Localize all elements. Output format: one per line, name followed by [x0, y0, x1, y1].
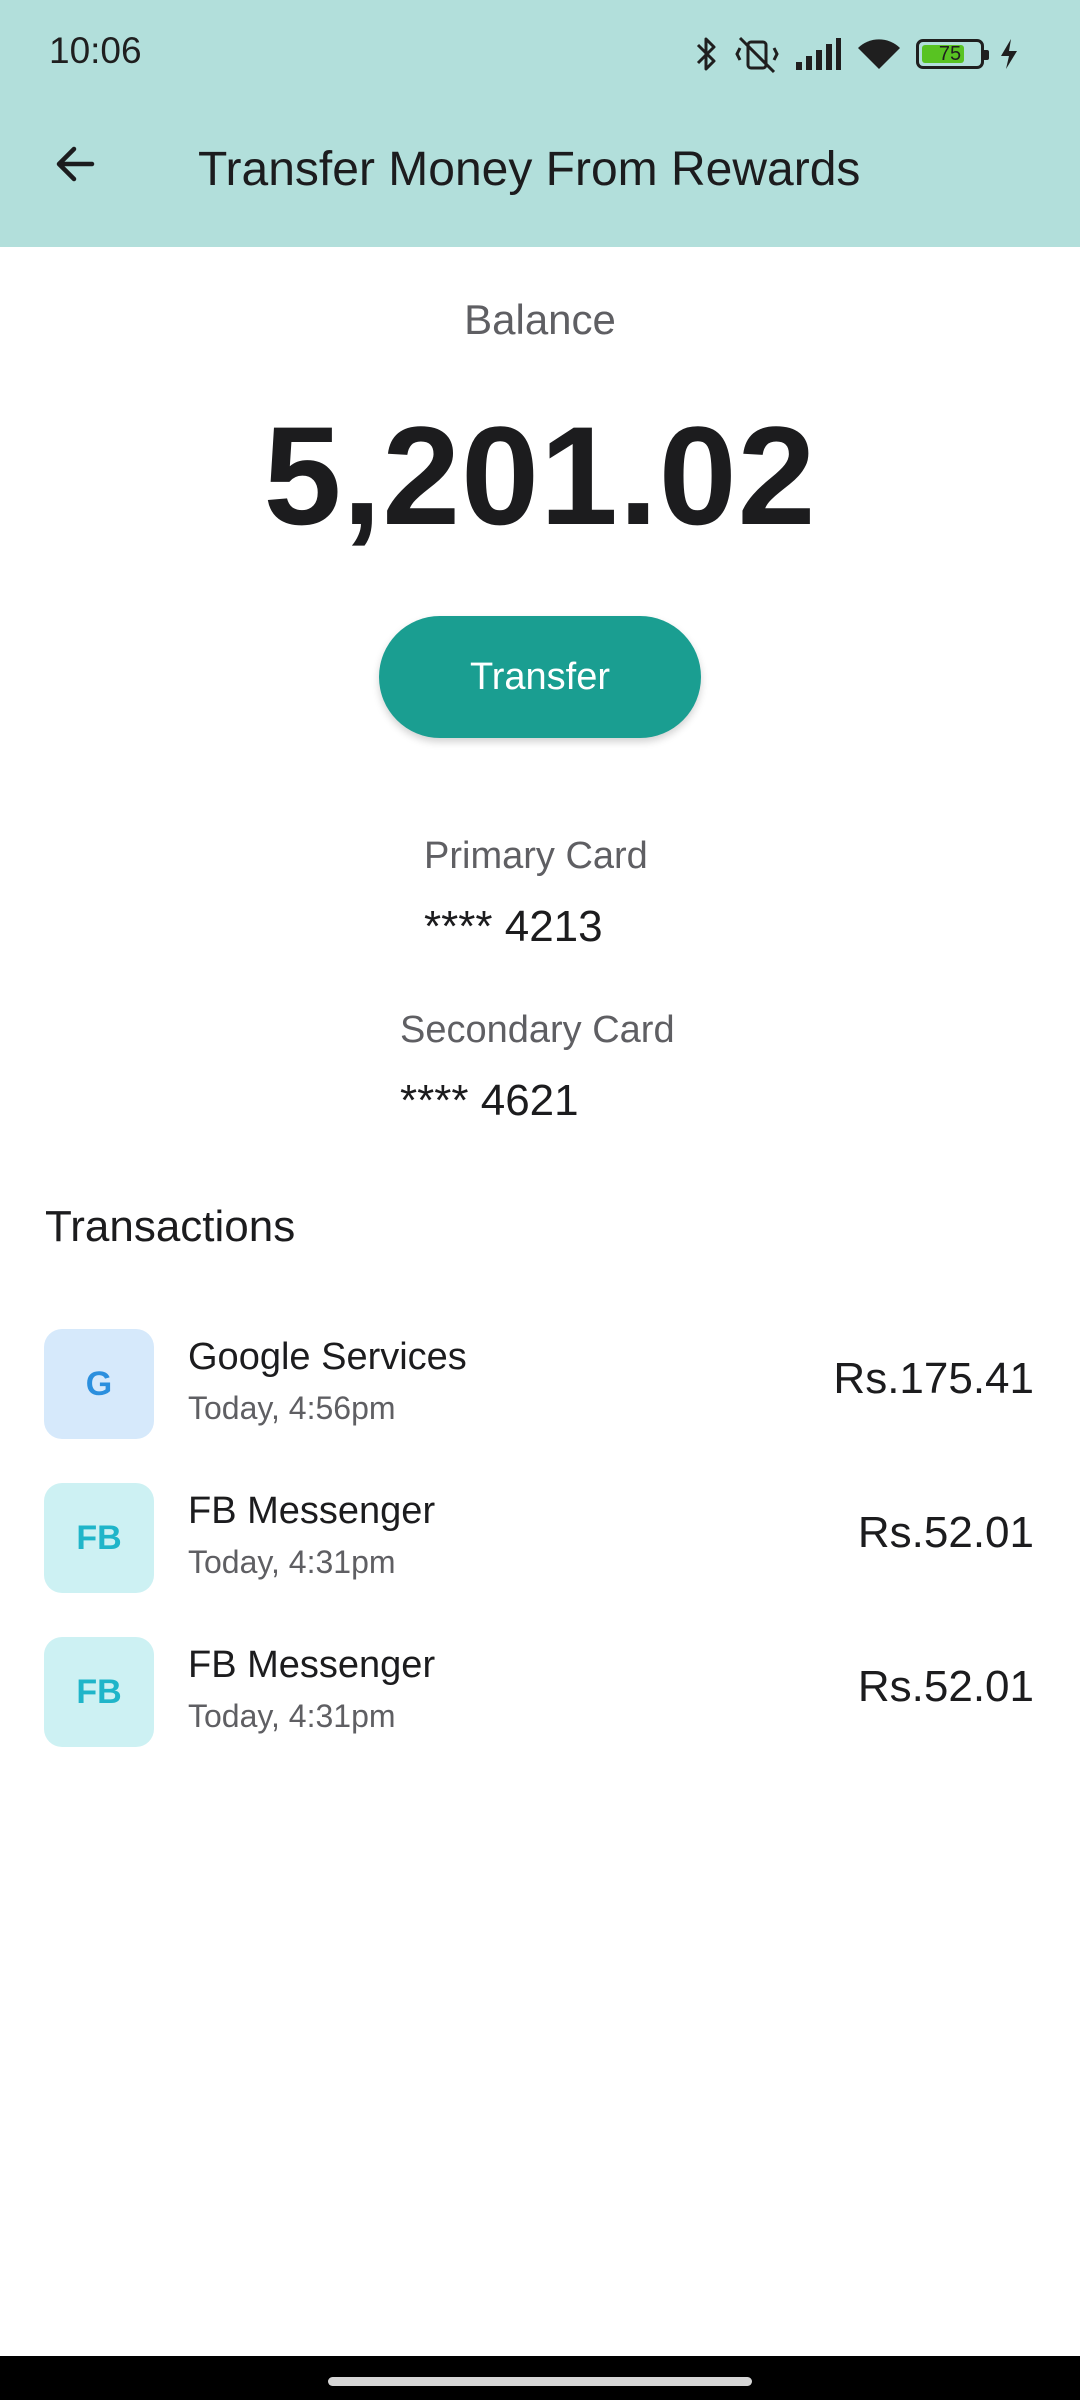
- wifi-icon: [856, 36, 902, 72]
- transactions-title: Transactions: [45, 1202, 296, 1251]
- primary-card-number: **** 4213: [424, 902, 603, 951]
- transaction-row[interactable]: FB FB Messenger Today, 4:31pm Rs.52.01: [0, 1470, 1080, 1610]
- merchant-name: Google Services: [188, 1336, 467, 1378]
- transfer-button[interactable]: Transfer: [379, 616, 701, 738]
- merchant-avatar: FB: [44, 1483, 154, 1593]
- merchant-avatar: FB: [44, 1637, 154, 1747]
- transaction-time: Today, 4:31pm: [188, 1544, 396, 1580]
- merchant-name: FB Messenger: [188, 1644, 436, 1686]
- primary-card-label: Primary Card: [424, 835, 648, 877]
- transaction-row[interactable]: G Google Services Today, 4:56pm Rs.175.4…: [0, 1316, 1080, 1456]
- battery-level: 75: [938, 42, 962, 65]
- transaction-time: Today, 4:56pm: [188, 1390, 396, 1426]
- status-time: 10:06: [49, 30, 142, 71]
- balance-label: Balance: [464, 296, 616, 343]
- arrow-back-icon: [52, 140, 100, 193]
- home-gesture-handle[interactable]: [328, 2377, 752, 2386]
- app-bar: 10:06 75 Transfer Money From Rewards: [0, 0, 1080, 247]
- charging-icon: [998, 37, 1020, 71]
- transaction-row[interactable]: FB FB Messenger Today, 4:31pm Rs.52.01: [0, 1624, 1080, 1764]
- transaction-time: Today, 4:31pm: [188, 1698, 396, 1734]
- status-icons: 75: [694, 30, 1020, 78]
- balance-value: 5,201.02: [263, 397, 817, 554]
- page-title: Transfer Money From Rewards: [198, 143, 861, 196]
- battery-icon: 75: [916, 39, 989, 69]
- back-button[interactable]: [40, 130, 112, 202]
- navigation-bar: [0, 2356, 1080, 2400]
- vibrate-off-icon: [734, 34, 780, 74]
- merchant-name: FB Messenger: [188, 1490, 436, 1532]
- transaction-amount: Rs.52.01: [857, 1662, 1034, 1711]
- merchant-avatar: G: [44, 1329, 154, 1439]
- transaction-amount: Rs.52.01: [857, 1508, 1034, 1557]
- secondary-card-label: Secondary Card: [400, 1009, 675, 1051]
- transaction-amount: Rs.175.41: [833, 1354, 1034, 1403]
- signal-icon: [794, 36, 842, 72]
- bluetooth-icon: [694, 34, 720, 74]
- secondary-card-number: **** 4621: [400, 1076, 579, 1125]
